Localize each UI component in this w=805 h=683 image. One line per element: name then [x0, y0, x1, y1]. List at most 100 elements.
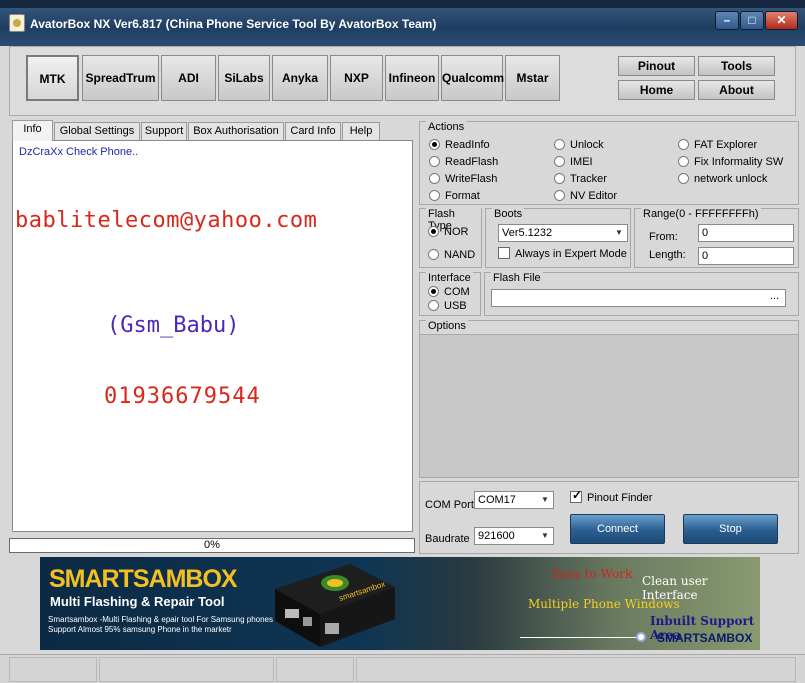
length-input[interactable]: 0: [698, 247, 794, 265]
chevron-down-icon: ▼: [541, 495, 549, 504]
stop-button[interactable]: Stop: [683, 514, 778, 544]
flash-file-group: Flash File ...: [484, 272, 799, 316]
status-cell-4: [356, 657, 796, 682]
status-cell-2: [99, 657, 274, 682]
banner-subtitle: Multi Flashing & Repair Tool: [50, 594, 225, 609]
tab-global-settings[interactable]: Global Settings: [54, 122, 140, 140]
app-window: AvatorBox NX Ver6.817 (China Phone Servi…: [0, 0, 805, 683]
from-input[interactable]: 0: [698, 224, 794, 242]
connect-button[interactable]: Connect: [570, 514, 665, 544]
action-readinfo-radio[interactable]: ReadInfo: [429, 139, 490, 152]
cpu-tab-mtk[interactable]: MTK: [26, 55, 79, 101]
expert-mode-checkbox[interactable]: Always in Expert Mode: [498, 247, 627, 261]
connection-group: COM Port COM17▼ Baudrate 921600▼ Pinout …: [419, 481, 799, 554]
interface-com-radio[interactable]: COM: [428, 286, 470, 299]
tab-card-info[interactable]: Card Info: [285, 122, 341, 140]
action-nv-editor-radio[interactable]: NV Editor: [554, 190, 617, 203]
close-icon: ✕: [776, 13, 787, 27]
watermark-phone: 01936679544: [104, 384, 261, 409]
boots-label: Boots: [492, 208, 525, 220]
action-network-unlock-radio[interactable]: network unlock: [678, 173, 767, 186]
options-area: [420, 334, 798, 477]
flash-type-nand-radio[interactable]: NAND: [428, 249, 475, 262]
banner-slider-knob: [636, 632, 646, 642]
banner-easy-text: Easy to Work: [552, 567, 633, 581]
progress-bar: 0%: [9, 538, 415, 553]
tab-help[interactable]: Help: [342, 122, 380, 140]
interface-group: Interface COM USB: [419, 272, 481, 316]
action-writeflash-radio[interactable]: WriteFlash: [429, 173, 497, 186]
flash-type-group: Flash Type NOR NAND: [419, 208, 482, 268]
pinout-button[interactable]: Pinout: [618, 56, 695, 76]
options-group: Options: [419, 320, 799, 478]
window-title: AvatorBox NX Ver6.817 (China Phone Servi…: [30, 17, 437, 31]
action-unlock-radio[interactable]: Unlock: [554, 139, 604, 152]
right-panel: Actions ReadInfo ReadFlash WriteFlash Fo…: [417, 119, 801, 556]
actions-group: Actions ReadInfo ReadFlash WriteFlash Fo…: [419, 121, 799, 205]
cpu-tab-anyka[interactable]: Anyka: [272, 55, 328, 101]
length-label: Length:: [649, 249, 686, 261]
title-bar[interactable]: AvatorBox NX Ver6.817 (China Phone Servi…: [0, 0, 805, 46]
left-panel: Info Global Settings Support Box Authori…: [9, 119, 416, 556]
interface-label: Interface: [426, 272, 473, 284]
options-label: Options: [426, 320, 468, 332]
browse-button[interactable]: ...: [770, 290, 779, 302]
status-cell-1: [9, 657, 97, 682]
close-button[interactable]: ✕: [765, 11, 798, 30]
baudrate-label: Baudrate: [425, 533, 470, 545]
baudrate-select[interactable]: 921600 ▼: [474, 527, 554, 545]
tab-box-authorisation[interactable]: Box Authorisation: [188, 122, 284, 140]
banner-slider-track: [520, 637, 640, 638]
from-label: From:: [649, 231, 678, 243]
flash-type-nor-radio[interactable]: NOR: [428, 226, 468, 239]
about-button[interactable]: About: [698, 80, 775, 100]
cpu-tab-nxp[interactable]: NXP: [330, 55, 383, 101]
maximize-icon: □: [748, 13, 756, 27]
action-fat-explorer-radio[interactable]: FAT Explorer: [678, 139, 757, 152]
cpu-tab-spreadtrum[interactable]: SpreadTrum: [82, 55, 159, 101]
cpu-tab-infineon[interactable]: Infineon: [385, 55, 439, 101]
status-bar: [0, 654, 805, 683]
action-format-radio[interactable]: Format: [429, 190, 480, 203]
tab-info[interactable]: Info: [12, 120, 53, 141]
minimize-icon: –: [723, 13, 731, 27]
maximize-button[interactable]: □: [740, 11, 764, 30]
action-fix-informality-radio[interactable]: Fix Informality SW: [678, 156, 783, 169]
log-line: DzCraXx Check Phone..: [19, 146, 139, 158]
cpu-tab-mstar[interactable]: Mstar: [505, 55, 560, 101]
range-group: Range(0 - FFFFFFFFh) From: 0 Length: 0: [634, 208, 799, 268]
range-label: Range(0 - FFFFFFFFh): [641, 208, 761, 220]
box-device-image: smartsambox: [275, 564, 395, 647]
flash-file-label: Flash File: [491, 272, 543, 284]
com-port-select[interactable]: COM17 ▼: [474, 491, 554, 509]
banner-line-1: Smartsambox -Multi Flashing & epair tool…: [48, 615, 273, 624]
action-tracker-radio[interactable]: Tracker: [554, 173, 607, 186]
status-cell-3: [276, 657, 354, 682]
title-bar-top-strip: [0, 0, 805, 8]
banner-brand-text: SMARTSAMBOX: [657, 631, 753, 645]
com-port-label: COM Port: [425, 499, 474, 511]
banner-title: SMARTSAMBOX: [49, 565, 238, 593]
info-log-box[interactable]: DzCraXx Check Phone.. bablitelecom@yahoo…: [12, 140, 413, 532]
minimize-button[interactable]: –: [715, 11, 739, 30]
boots-select[interactable]: Ver5.1232 ▼: [498, 224, 628, 242]
tools-button[interactable]: Tools: [698, 56, 775, 76]
cpu-tab-silabs[interactable]: SiLabs: [218, 55, 270, 101]
cpu-tab-adi[interactable]: ADI: [161, 55, 216, 101]
header-panel: MTK SpreadTrum ADI SiLabs Anyka NXP Infi…: [9, 46, 796, 116]
watermark-name: (Gsm_Babu): [107, 313, 240, 338]
cpu-tab-qualcomm[interactable]: Qualcomm: [441, 55, 504, 101]
interface-usb-radio[interactable]: USB: [428, 300, 467, 313]
banner-multi-text: Multiple Phone Windows: [528, 597, 680, 611]
app-icon: [9, 14, 25, 32]
tab-support[interactable]: Support: [141, 122, 187, 140]
flash-file-input[interactable]: [491, 289, 786, 307]
action-readflash-radio[interactable]: ReadFlash: [429, 156, 498, 169]
pinout-finder-checkbox[interactable]: Pinout Finder: [570, 489, 652, 505]
banner-line-2: Support Almost 95% samsung Phone in the …: [48, 625, 232, 634]
boots-group: Boots Ver5.1232 ▼ Always in Expert Mode: [485, 208, 631, 268]
action-imei-radio[interactable]: IMEI: [554, 156, 593, 169]
smartsambox-banner[interactable]: SMARTSAMBOX Multi Flashing & Repair Tool…: [40, 557, 760, 650]
actions-label: Actions: [426, 121, 467, 133]
home-button[interactable]: Home: [618, 80, 695, 100]
